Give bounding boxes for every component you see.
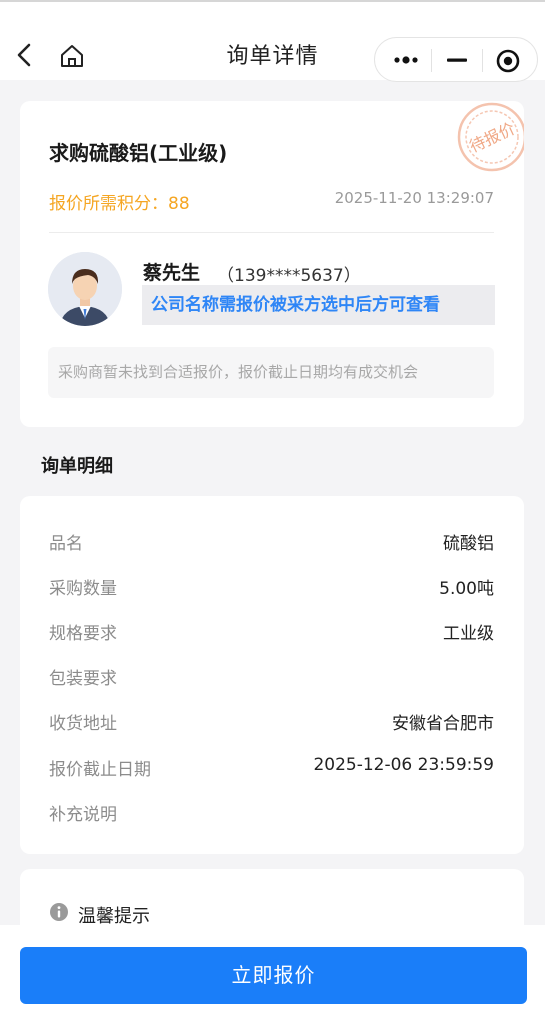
inquiry-summary-card: 求购硫酸铝(工业级) 报价所需积分：88 2025-11-20 13:29:07… [20,101,524,427]
pending-quote-stamp: 待报价 [457,102,524,172]
bottom-action-bar: 立即报价 [0,925,545,1024]
quote-now-button[interactable]: 立即报价 [20,947,527,1004]
detail-label: 包装要求 [49,669,117,689]
capsule-divider [482,49,483,72]
detail-value: 2025-12-06 23:59:59 [313,755,494,775]
details-section-title: 询单明细 [41,456,113,477]
detail-label: 报价截止日期 [49,760,151,780]
purchase-notice: 采购商暂未找到合适报价，报价截止日期均有成交机会 [48,347,494,398]
more-icon[interactable] [391,50,421,70]
detail-label: 补充说明 [49,805,117,825]
mini-program-capsule [374,37,538,82]
detail-row-delivery-address: 收货地址 安徽省合肥市 [49,709,494,734]
inquiry-datetime: 2025-11-20 13:29:07 [334,189,494,207]
detail-value: 安徽省合肥市 [392,714,494,734]
detail-row-quote-deadline: 报价截止日期 2025-12-06 23:59:59 [49,755,494,780]
detail-row-quantity: 采购数量 5.00吨 [49,574,494,599]
person-avatar-icon [48,252,122,326]
detail-row-specification: 规格要求 工业级 [49,619,494,644]
avatar [48,252,122,326]
detail-label: 收货地址 [49,714,117,734]
detail-row-packaging: 包装要求 [49,664,494,689]
info-icon [50,903,68,921]
contact-name: 蔡先生 [143,262,201,284]
detail-row-remarks: 补充说明 [49,800,494,825]
product-title: 求购硫酸铝(工业级) [49,141,228,165]
top-nav-bar: 询单详情 [0,0,545,82]
detail-value: 5.00吨 [439,579,494,599]
target-icon[interactable] [495,48,521,74]
minimize-icon[interactable] [445,50,469,70]
company-name-hint: 公司名称需报价被采方选中后方可查看 [142,285,495,325]
detail-row-product-name: 品名 硫酸铝 [49,529,494,554]
divider [49,232,494,233]
detail-value: 工业级 [443,624,494,644]
capsule-divider [431,49,432,72]
detail-label: 品名 [49,534,83,554]
detail-label: 规格要求 [49,624,117,644]
contact-phone: （139****5637） [217,266,361,286]
stamp-text: 待报价 [466,119,518,157]
inquiry-details-card: 品名 硫酸铝 采购数量 5.00吨 规格要求 工业级 包装要求 收货地址 安徽省… [20,496,524,854]
required-points: 报价所需积分：88 [49,194,190,214]
detail-value: 硫酸铝 [443,534,494,554]
detail-label: 采购数量 [49,579,117,599]
